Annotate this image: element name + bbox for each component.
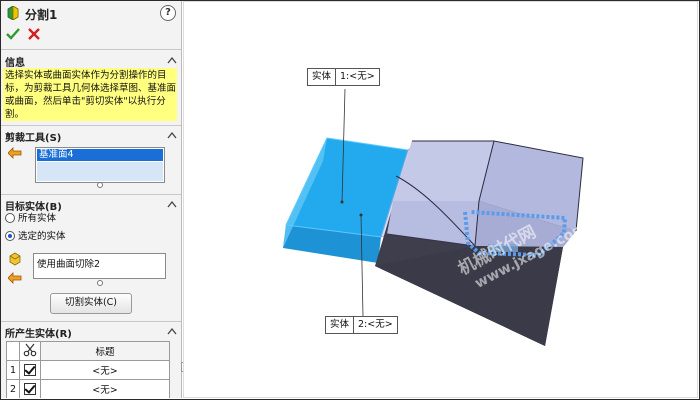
row-title-cell[interactable]: <无> xyxy=(40,360,170,380)
radio-all-bodies[interactable]: 所有实体 xyxy=(5,212,56,225)
scissors-column-header xyxy=(19,341,41,361)
row-title-cell[interactable]: <无> xyxy=(40,379,170,398)
table-row[interactable]: 1 <无> xyxy=(6,360,170,380)
collapse-caret-icon[interactable] xyxy=(167,327,177,335)
trim-tool-item[interactable]: 基准面4 xyxy=(37,149,163,161)
title-column-header[interactable]: 标题 xyxy=(40,341,170,361)
row-checkbox[interactable] xyxy=(24,383,36,395)
scissors-icon xyxy=(23,343,37,356)
row-number: 1 xyxy=(6,360,20,380)
ok-checkmark-icon[interactable] xyxy=(6,27,20,41)
split-feature-icon xyxy=(7,6,19,20)
info-message: 选择实体或曲面实体作为分割操作的目标，为剪裁工具几何体选择草图、基准面或曲面，然… xyxy=(3,68,177,121)
collapse-caret-icon[interactable] xyxy=(167,131,177,139)
radio-button[interactable] xyxy=(5,230,15,241)
callout-anchor-point xyxy=(359,213,363,217)
radio-selected-bodies[interactable]: 选定的实体 xyxy=(5,230,66,243)
body-callout-2[interactable]: 实体 2:<无> xyxy=(325,316,398,334)
table-header-row: 标题 xyxy=(6,341,170,361)
info-section-header: 信息 xyxy=(5,58,25,69)
target-bodies-section-header: 目标实体(B) xyxy=(5,202,62,213)
resulting-bodies-table: 标题 1 <无> 2 <无> xyxy=(6,341,170,398)
arrow-selection-icon xyxy=(8,272,22,284)
row-number: 2 xyxy=(6,379,20,398)
collapse-caret-icon[interactable] xyxy=(167,56,177,64)
callout-anchor-point xyxy=(340,200,344,204)
body-callout-1[interactable]: 实体 1:<无> xyxy=(307,68,380,86)
feature-title-bar: 分割1 ? xyxy=(1,1,181,25)
cut-bodies-button[interactable]: 切割实体(C) xyxy=(50,293,132,314)
table-row[interactable]: 2 <无> xyxy=(6,379,170,398)
body-cube-icon xyxy=(9,252,21,266)
graphics-viewport[interactable] xyxy=(183,1,698,398)
target-body-list[interactable]: 使用曲面切除2 xyxy=(33,253,166,279)
row-checkbox[interactable] xyxy=(24,364,36,376)
trim-tools-section-header: 剪裁工具(S) xyxy=(5,133,62,144)
arrow-selection-icon xyxy=(8,147,22,159)
help-button[interactable]: ? xyxy=(160,5,176,21)
trim-tools-list[interactable]: 基准面4 xyxy=(35,147,165,183)
target-body-item[interactable]: 使用曲面切除2 xyxy=(37,259,100,270)
radio-button[interactable] xyxy=(5,212,15,223)
cancel-x-icon[interactable] xyxy=(27,27,41,41)
resulting-bodies-section-header: 所产生实体(R) xyxy=(5,329,72,340)
collapse-caret-icon[interactable] xyxy=(167,200,177,208)
resize-grip[interactable] xyxy=(97,182,103,188)
property-manager: 分割1 ? 信息 选择实体或曲面实体作为分割操作的目标，为剪裁工具几何体选择草图… xyxy=(1,1,182,398)
feature-title: 分割1 xyxy=(25,8,58,22)
resize-grip[interactable] xyxy=(97,280,103,286)
